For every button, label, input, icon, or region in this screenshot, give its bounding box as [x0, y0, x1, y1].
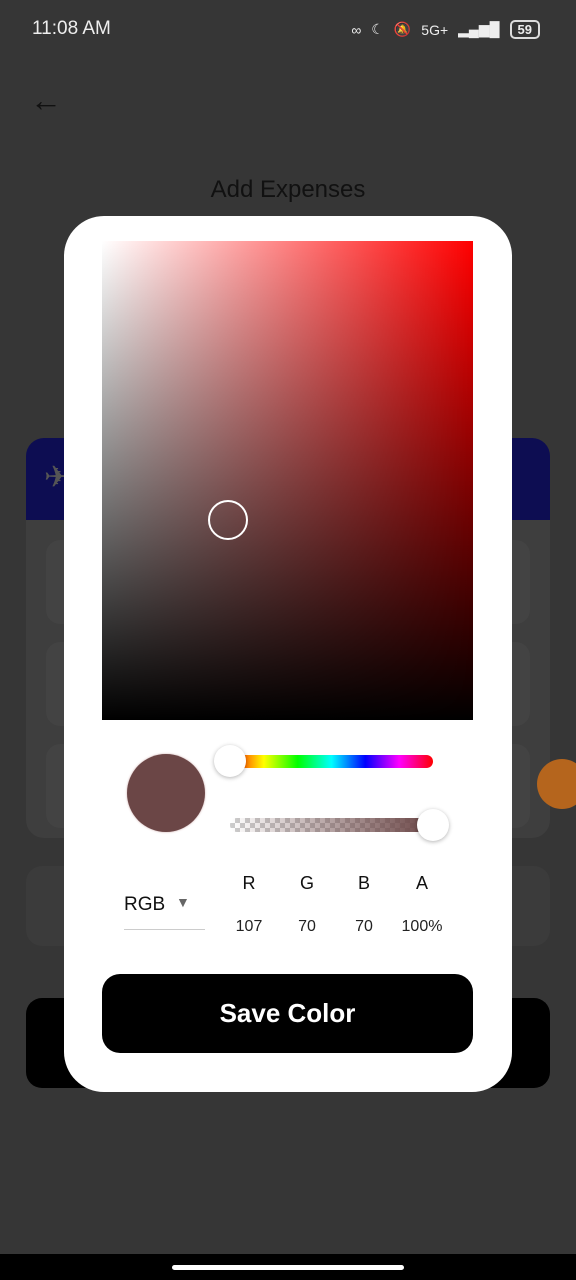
page-title: Add Expenses	[210, 176, 366, 203]
network-label: 5G+	[421, 21, 449, 38]
mute-icon: 🔕	[393, 21, 412, 37]
channel-label-r: R	[242, 873, 256, 893]
alpha-slider-thumb[interactable]	[417, 809, 449, 841]
color-mode-dropdown[interactable]: RGB ▼	[124, 892, 205, 930]
hue-slider[interactable]	[230, 755, 433, 768]
battery-level: 59	[509, 20, 540, 39]
hue-slider-thumb[interactable]	[214, 745, 246, 777]
status-icons: ∞ ☾ 🔕 5G+ ▂▄▆█ 59	[351, 20, 540, 39]
channel-value-b[interactable]: 70	[334, 918, 394, 936]
moon-icon: ☾	[371, 21, 384, 37]
channel-value-a[interactable]: 100%	[392, 918, 452, 936]
link-icon: ∞	[351, 21, 362, 38]
back-arrow-icon[interactable]: ←	[30, 82, 62, 119]
color-selector-handle[interactable]	[208, 500, 248, 540]
status-time: 11:08 AM	[32, 18, 111, 39]
alpha-slider[interactable]	[230, 818, 433, 832]
signal-icon: ▂▄▆█	[458, 21, 500, 37]
channel-label-a: A	[415, 873, 428, 893]
channel-label-b: B	[357, 873, 370, 893]
save-color-button[interactable]: Save Color	[102, 974, 473, 1053]
channel-label-g: G	[299, 873, 314, 893]
saturation-value-area[interactable]	[102, 241, 473, 720]
chevron-down-icon: ▼	[176, 894, 190, 910]
color-preview-swatch	[127, 754, 205, 832]
color-mode-label: RGB	[124, 894, 166, 915]
channel-value-g[interactable]: 70	[277, 918, 337, 936]
home-gesture-handle[interactable]	[172, 1265, 404, 1270]
channel-value-r[interactable]: 107	[219, 918, 279, 936]
